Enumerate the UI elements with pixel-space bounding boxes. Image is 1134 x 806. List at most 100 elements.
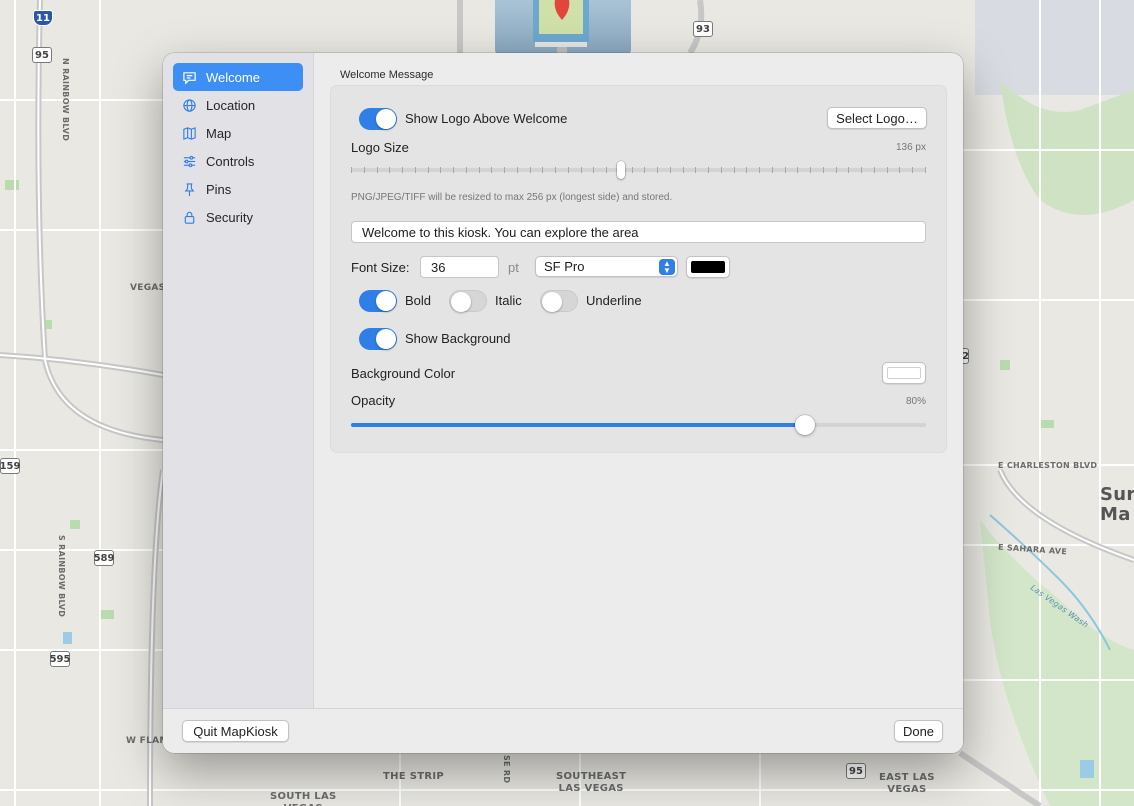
opacity-label: Opacity bbox=[351, 393, 396, 408]
slider-tick bbox=[440, 167, 441, 173]
toggle-knob bbox=[376, 291, 396, 311]
chevron-updown-icon: ▲ ▼ bbox=[659, 259, 675, 275]
map-label-south-las: SOUTH LAS VEGAS bbox=[270, 791, 337, 806]
font-size-field[interactable]: 36 bbox=[420, 256, 499, 278]
route-shield-11: 11 bbox=[33, 10, 53, 26]
sidebar-item-controls[interactable]: Controls bbox=[173, 147, 303, 175]
toggle-knob bbox=[376, 329, 396, 349]
logo-size-value: 136 px bbox=[895, 142, 926, 153]
lock-icon bbox=[182, 210, 197, 225]
slider-tick bbox=[389, 167, 390, 173]
slider-tick bbox=[504, 167, 505, 173]
font-size-label: Font Size: bbox=[351, 260, 410, 275]
map-label-e-charleston: E CHARLESTON BLVD bbox=[998, 461, 1098, 470]
slider-tick bbox=[364, 167, 365, 173]
slider-tick bbox=[899, 167, 900, 173]
sidebar-item-pins[interactable]: Pins bbox=[173, 175, 303, 203]
logo-size-slider[interactable] bbox=[351, 160, 926, 182]
bold-toggle[interactable] bbox=[359, 290, 397, 312]
map-label-se-rd: SE RD bbox=[502, 755, 511, 784]
show-background-toggle[interactable] bbox=[359, 328, 397, 350]
sidebar-item-map[interactable]: Map bbox=[173, 119, 303, 147]
slider-tick bbox=[848, 167, 849, 173]
map-label-southeast-lv: SOUTHEAST LAS VEGAS bbox=[556, 771, 627, 794]
background-color-well[interactable] bbox=[882, 362, 926, 384]
italic-toggle[interactable] bbox=[449, 290, 487, 312]
opacity-slider[interactable] bbox=[351, 413, 926, 437]
font-size-unit: pt bbox=[508, 260, 519, 275]
sidebar-item-label: Location bbox=[206, 97, 256, 113]
route-shield-589: 589 bbox=[94, 550, 114, 566]
map-label-sunrise: Sur Ma bbox=[1100, 484, 1134, 525]
slider-tick bbox=[466, 167, 467, 173]
map-label-east-lv: EAST LAS VEGAS bbox=[879, 772, 935, 795]
slider-tick bbox=[351, 167, 352, 173]
pin-icon bbox=[182, 182, 197, 197]
globe-icon bbox=[182, 98, 197, 113]
underline-toggle[interactable] bbox=[540, 290, 578, 312]
toggle-knob bbox=[376, 109, 396, 129]
sidebar-item-label: Security bbox=[206, 209, 253, 225]
welcome-settings-group: Show Logo Above Welcome Select Logo… Log… bbox=[330, 85, 947, 453]
logo-hint-text: PNG/JPEG/TIFF will be resized to max 256… bbox=[351, 192, 673, 203]
done-button[interactable]: Done bbox=[894, 720, 943, 742]
show-logo-label: Show Logo Above Welcome bbox=[405, 111, 568, 126]
logo-size-label: Logo Size bbox=[351, 140, 409, 155]
route-shield-95-south: 95 bbox=[846, 763, 866, 779]
slider-track bbox=[351, 168, 926, 172]
slider-tick bbox=[377, 167, 378, 173]
slider-tick bbox=[581, 167, 582, 173]
slider-tick bbox=[453, 167, 454, 173]
route-shield-95: 95 bbox=[32, 47, 52, 63]
sidebar-item-security[interactable]: Security bbox=[173, 203, 303, 231]
text-color-swatch bbox=[691, 261, 725, 273]
section-title: Welcome Message bbox=[340, 69, 434, 81]
text-color-well[interactable] bbox=[686, 256, 730, 278]
logo-size-thumb[interactable] bbox=[617, 161, 625, 179]
bold-label: Bold bbox=[405, 293, 432, 308]
map-icon bbox=[182, 126, 197, 141]
sidebar-item-welcome[interactable]: Welcome bbox=[173, 63, 303, 91]
slider-tick bbox=[606, 167, 607, 173]
italic-label: Italic bbox=[495, 293, 522, 308]
slider-tick bbox=[657, 167, 658, 173]
slider-tick bbox=[861, 167, 862, 173]
slider-tick bbox=[683, 167, 684, 173]
slider-tick bbox=[772, 167, 773, 173]
show-logo-toggle[interactable] bbox=[359, 108, 397, 130]
sidebar-item-location[interactable]: Location bbox=[173, 91, 303, 119]
route-shield-595: 595 bbox=[50, 651, 70, 667]
slider-tick bbox=[593, 167, 594, 173]
welcome-message-field[interactable]: Welcome to this kiosk. You can explore t… bbox=[351, 221, 926, 243]
slider-tick bbox=[925, 167, 926, 173]
slider-tick bbox=[823, 167, 824, 173]
map-label-n-rainbow: N RAINBOW BLVD bbox=[61, 58, 70, 142]
app-icon-peek bbox=[495, 0, 631, 54]
opacity-fill bbox=[351, 423, 805, 427]
slider-tick bbox=[810, 167, 811, 173]
slider-tick bbox=[555, 167, 556, 173]
opacity-value: 80% bbox=[905, 396, 926, 407]
map-label-s-rainbow: S RAINBOW BLVD bbox=[57, 535, 66, 618]
slider-tick bbox=[721, 167, 722, 173]
slider-tick bbox=[542, 167, 543, 173]
font-family-popup[interactable]: SF Pro ▲ ▼ bbox=[535, 256, 678, 277]
slider-tick bbox=[746, 167, 747, 173]
slider-tick bbox=[670, 167, 671, 173]
slider-tick bbox=[644, 167, 645, 173]
font-family-value: SF Pro bbox=[544, 259, 585, 274]
sidebar-item-label: Welcome bbox=[206, 69, 260, 85]
opacity-thumb[interactable] bbox=[795, 415, 815, 435]
select-logo-button[interactable]: Select Logo… bbox=[827, 107, 927, 129]
quit-button[interactable]: Quit MapKiosk bbox=[182, 720, 289, 742]
route-shield-93: 93 bbox=[693, 21, 713, 37]
slider-tick bbox=[568, 167, 569, 173]
sidebar-item-label: Pins bbox=[206, 181, 232, 197]
slider-tick bbox=[836, 167, 837, 173]
toggle-knob bbox=[542, 292, 562, 312]
slider-tick bbox=[530, 167, 531, 173]
slider-tick bbox=[402, 167, 403, 173]
map-label-vegas: VEGAS bbox=[130, 283, 166, 293]
sliders-icon bbox=[182, 154, 197, 169]
slider-tick bbox=[912, 167, 913, 173]
